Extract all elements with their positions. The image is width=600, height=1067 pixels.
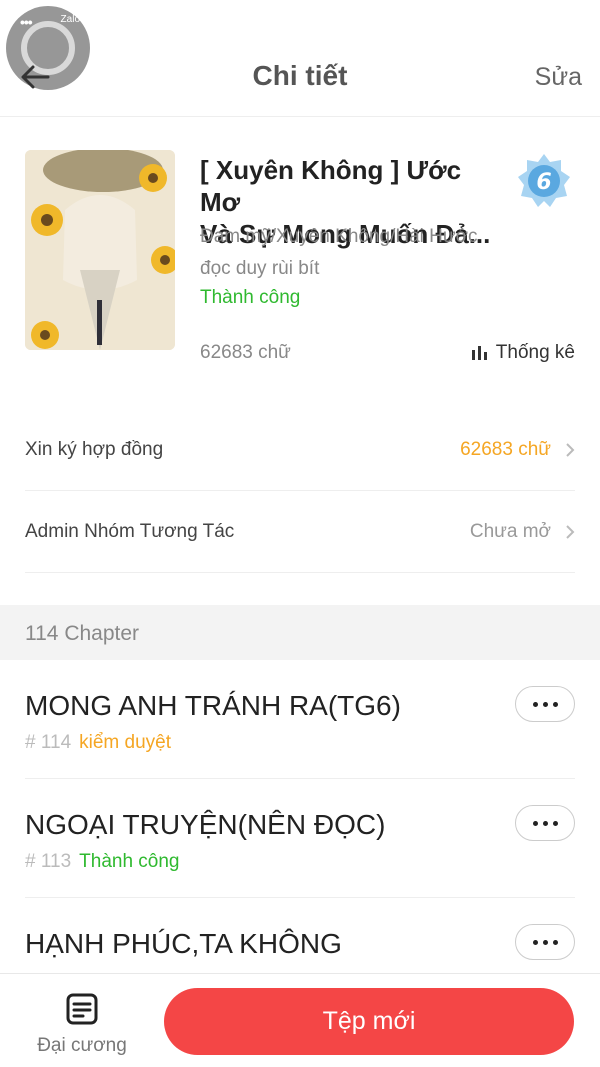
chapter-item[interactable]: MONG ANH TRÁNH RA(TG6) # 114 kiểm duyệt (0, 660, 600, 779)
book-status: Thành công (200, 287, 301, 308)
page-title: Chi tiết (252, 60, 348, 91)
book-cover-image[interactable] (25, 150, 175, 350)
dot (552, 820, 558, 826)
new-file-button[interactable]: Tệp mới (164, 988, 574, 1055)
level-number: 6 (536, 170, 551, 195)
dot (542, 939, 548, 945)
edit-button[interactable]: Sửa (535, 63, 582, 92)
chevron-right-icon (566, 524, 575, 539)
cover-illustration (25, 150, 175, 350)
book-description: đọc duy rùi bít (200, 258, 320, 279)
book-title-line-1: [ Xuyên Không ] Ước Mơ (200, 155, 462, 217)
dot (542, 701, 548, 707)
statistics-label: Thống kê (495, 342, 575, 363)
zalo-bubble-label: Zalo (60, 14, 80, 25)
dot (532, 701, 538, 707)
chapter-more-button[interactable] (515, 805, 575, 841)
bar-chart-icon (471, 346, 487, 360)
chapter-meta: # 113 Thành công (25, 851, 180, 873)
chevron-right-icon (566, 442, 575, 457)
contract-value-text: 62683 chữ (460, 438, 551, 460)
chapter-item[interactable]: NGOẠI TRUYỆN(NÊN ĐỌC) # 113 Thành công (0, 779, 600, 898)
dot (552, 939, 558, 945)
chapter-count-label: 114 Chapter (25, 622, 140, 645)
admin-group-row[interactable]: Admin Nhóm Tương Tác Chưa mở (25, 491, 575, 573)
dot (552, 701, 558, 707)
book-genres: Đam mỹ/Xuyên Không/Hài Hước (200, 226, 478, 247)
contract-value: 62683 chữ (460, 439, 575, 461)
statistics-button[interactable]: Thống kê (471, 342, 575, 364)
admin-group-label: Admin Nhóm Tương Tác (25, 520, 235, 542)
chapter-title: MONG ANH TRÁNH RA(TG6) (25, 690, 401, 721)
dot (542, 820, 548, 826)
chapter-status: kiểm duyệt (79, 732, 172, 753)
level-badge-icon: 6 (518, 154, 570, 207)
chapter-number: # 114 (25, 732, 72, 753)
chapter-number: # 113 (25, 851, 72, 872)
outline-document-icon (66, 993, 98, 1025)
admin-group-value: Chưa mở (470, 521, 575, 543)
contract-label: Xin ký hợp đồng (25, 438, 164, 460)
dot (532, 939, 538, 945)
admin-group-value-text: Chưa mở (469, 520, 551, 542)
outline-label: Đại cương (37, 1035, 127, 1056)
chapter-count-bar: 114 Chapter (0, 605, 600, 660)
chapter-title: HẠNH PHÚC,TA KHÔNG (25, 928, 342, 959)
chapter-title: NGOẠI TRUYỆN(NÊN ĐỌC) (25, 809, 386, 840)
chapter-more-button[interactable] (515, 924, 575, 960)
header-bar: ••• Zalo Chi tiết Sửa (0, 0, 600, 117)
book-word-count: 62683 chữ (200, 342, 291, 363)
bottom-action-bar: Đại cương Tệp mới (0, 973, 600, 1067)
outline-tab[interactable]: Đại cương (30, 992, 134, 1057)
chapter-more-button[interactable] (515, 686, 575, 722)
dot (532, 820, 538, 826)
chapter-status: Thành công (79, 851, 180, 872)
contract-row[interactable]: Xin ký hợp đồng 62683 chữ (25, 409, 575, 491)
chapter-meta: # 114 kiểm duyệt (25, 732, 171, 754)
